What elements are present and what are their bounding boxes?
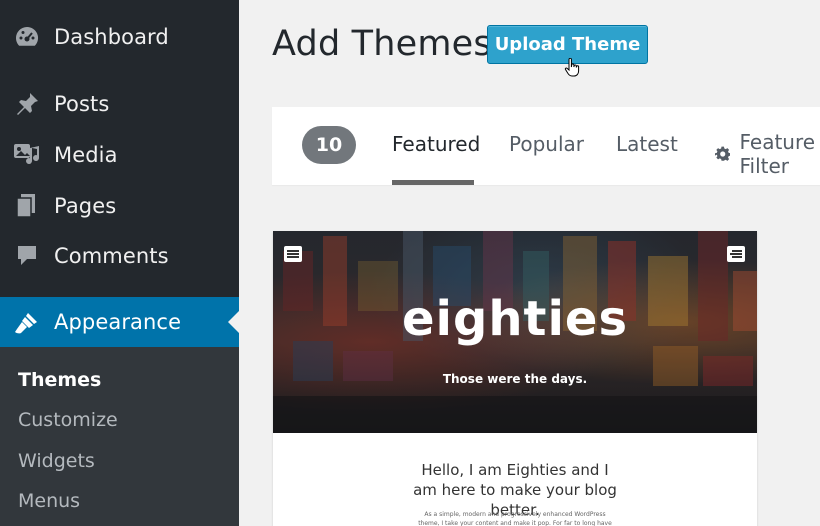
submenu-menus[interactable]: Menus xyxy=(18,490,80,512)
menu-label-dashboard: Dashboard xyxy=(54,25,169,49)
comment-icon xyxy=(13,242,41,270)
theme-screenshot: eighties Those were the days. xyxy=(273,231,757,433)
menu-label-media: Media xyxy=(54,143,118,167)
dashboard-icon xyxy=(13,23,41,51)
submenu-widgets[interactable]: Widgets xyxy=(18,450,95,472)
theme-card-eighties[interactable]: eighties Those were the days. Hello, I a… xyxy=(273,231,757,526)
page-title: Add Themes xyxy=(272,24,492,64)
pin-icon xyxy=(13,90,41,118)
pages-icon xyxy=(13,192,41,220)
menu-label-pages: Pages xyxy=(54,194,117,218)
menu-item-appearance[interactable]: Appearance xyxy=(0,297,239,347)
menu-label-posts: Posts xyxy=(54,92,110,116)
feature-filter-button[interactable]: Feature Filter xyxy=(715,130,820,178)
hand-cursor-icon xyxy=(564,58,580,77)
theme-description-text: As a simple, modern and progressively en… xyxy=(418,511,612,526)
active-menu-arrow xyxy=(228,311,239,333)
tab-latest[interactable]: Latest xyxy=(616,132,678,156)
menu-item-dashboard[interactable]: Dashboard xyxy=(0,12,239,62)
gear-icon xyxy=(715,146,731,161)
appearance-submenu: Themes Customize Widgets Menus xyxy=(0,347,239,526)
menu-label-appearance: Appearance xyxy=(54,310,182,334)
theme-hero-tagline: Those were the days. xyxy=(442,372,588,386)
menu-label-comments: Comments xyxy=(54,244,169,268)
admin-sidebar: Dashboard Posts Media Pages Comments App… xyxy=(0,0,239,526)
submenu-themes[interactable]: Themes xyxy=(18,369,101,391)
feature-filter-label: Feature Filter xyxy=(739,130,816,178)
menu-item-media[interactable]: Media xyxy=(0,130,239,180)
brush-icon xyxy=(13,308,41,336)
sidebar-toggle-icon xyxy=(727,246,745,262)
tab-popular[interactable]: Popular xyxy=(509,132,584,156)
menu-item-posts[interactable]: Posts xyxy=(0,79,239,129)
theme-hero-title: eighties xyxy=(401,291,629,347)
menu-item-pages[interactable]: Pages xyxy=(0,181,239,231)
media-icon xyxy=(13,141,41,169)
active-tab-indicator xyxy=(392,180,474,185)
submenu-customize[interactable]: Customize xyxy=(18,409,118,431)
theme-count-badge: 10 xyxy=(302,126,356,164)
tab-featured[interactable]: Featured xyxy=(392,132,480,156)
menu-icon xyxy=(284,246,302,262)
menu-item-comments[interactable]: Comments xyxy=(0,231,239,281)
theme-filter-bar: 10 Featured Popular Latest Feature Filte… xyxy=(272,107,820,185)
